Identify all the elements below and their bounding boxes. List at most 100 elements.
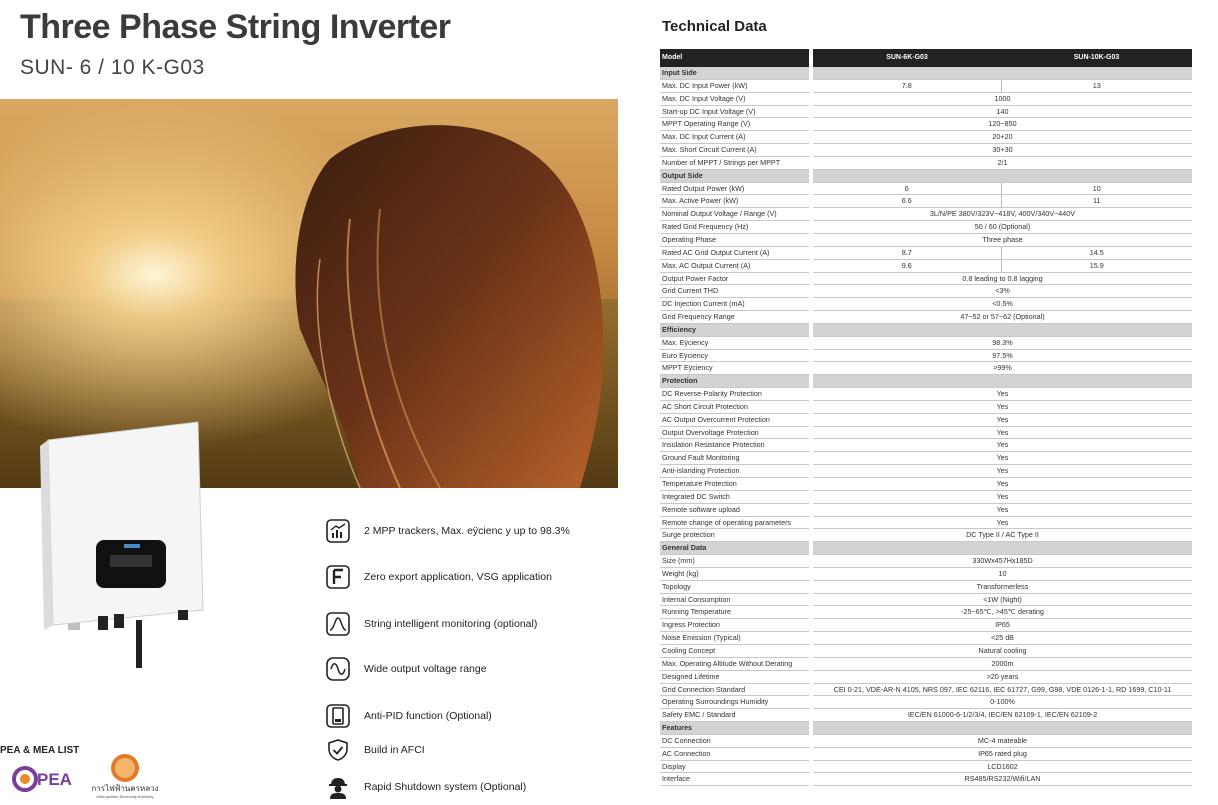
spec-value: Yes (811, 490, 1192, 504)
table-row: Euro Eÿciency 97.5% (660, 349, 1192, 363)
feature-label: Wide output voltage range (364, 663, 487, 675)
page-title: Three Phase String Inverter (20, 8, 451, 46)
table-row: Number of MPPT / Strings per MPPT 2/1 (660, 156, 1192, 170)
mea-logo-subtext: Metropolitan Electricity Authority (97, 794, 154, 799)
table-row: Integrated DC Switch Yes (660, 490, 1192, 504)
spec-value: 3L/N/PE 380V/323V~418V, 400V/340V~440V (811, 207, 1192, 222)
table-row: Noise Emission (Typical) <25 dB (660, 631, 1192, 645)
table-row: Nominal Output Voltage / Range (V) 3L/N/P… (660, 207, 1192, 222)
table-row: DC Reverse-Polarity Protection Yes (660, 387, 1192, 401)
feature-item: Wide output voltage range (326, 656, 626, 682)
spec-value-sun-10k: 11 (1001, 194, 1192, 209)
spec-value: IP65 rated plug (811, 747, 1192, 761)
spec-value: 10 (811, 567, 1192, 581)
section-header-row: Efficiency (660, 323, 1192, 337)
table-row: Output Overvoltage Protection Yes (660, 426, 1192, 440)
spec-value: 1000 (811, 92, 1192, 106)
spec-value: CEI 0-21, VDE-AR-N 4105, NRS 097, IEC 62… (811, 683, 1192, 697)
spec-value: >99% (811, 361, 1192, 376)
spec-label: Max. DC Input Voltage (V) (660, 92, 813, 106)
section-title: General Data (660, 541, 813, 556)
technical-data-table: Model SUN-6K-G03 SUN-10K-G03 Input Side M… (660, 49, 1192, 787)
table-row: Safety EMC / Standard IEC/EN 61000-6-1/2/… (660, 708, 1192, 723)
spec-label: Grid Current THD (660, 284, 813, 299)
inverter-product-image (38, 420, 208, 670)
spec-label: Cooling Concept (660, 644, 813, 658)
spec-label: AC Output Overcurrent Protection (660, 413, 813, 427)
spec-value-sun-10k: 10 (1001, 182, 1192, 196)
spec-value-sun-10k: 15.9 (1001, 259, 1192, 273)
table-row: Rated Output Power (kW) 6 10 (660, 182, 1192, 196)
shield-check-icon (326, 738, 350, 762)
section-fill (811, 67, 1192, 80)
spec-value: 97.5% (811, 349, 1192, 363)
efficiency-chart-icon (326, 519, 350, 543)
spec-label: Remote change of operating parameters (660, 516, 813, 530)
feature-label: Anti-PID function (Optional) (364, 710, 492, 722)
table-row: AC Output Overcurrent Protection Yes (660, 413, 1192, 427)
spec-label: Max. DC Input Current (A) (660, 130, 813, 145)
table-row: Surge protection DC Type II / AC Type II (660, 528, 1192, 543)
table-row: Cooling Concept Natural cooling (660, 644, 1192, 658)
spec-value-sun-6k: 9.6 (811, 259, 1002, 273)
pea-logo: PEA (12, 764, 76, 794)
column-header-model: Model (660, 49, 813, 67)
feature-label: Rapid Shutdown system (Optional) (364, 781, 527, 793)
spec-value-sun-10k: 13 (1001, 79, 1192, 93)
section-header-row: Input Side (660, 67, 1192, 80)
table-row: Running Temperature -25~65℃, >45℃ deratin… (660, 605, 1192, 620)
spec-label: Output Overvoltage Protection (660, 426, 813, 440)
spec-value: LCD1602 (811, 760, 1192, 774)
spec-label: Temperature Protection (660, 477, 813, 491)
table-row: Designed Lifetime >20 years (660, 670, 1192, 684)
spec-label: Size (mm) (660, 554, 813, 568)
spec-label: Noise Emission (Typical) (660, 631, 813, 645)
spec-label: Max. DC Input Power (kW) (660, 79, 813, 93)
spec-label: Weight (kg) (660, 567, 813, 581)
spec-value: Yes (811, 464, 1192, 478)
spec-label: AC Short Circuit Protection (660, 400, 813, 414)
section-header-row: Output Side (660, 169, 1192, 183)
spec-value: Yes (811, 516, 1192, 530)
feature-item: Rapid Shutdown system (Optional) (326, 774, 626, 800)
spec-label: Remote software upload (660, 503, 813, 517)
spec-value: 20+20 (811, 130, 1192, 145)
table-row: Temperature Protection Yes (660, 477, 1192, 491)
table-row: Max. DC Input Voltage (V) 1000 (660, 92, 1192, 106)
table-row: Rated Grid Frequency (Hz) 50 / 60 (Option… (660, 220, 1192, 234)
table-row: Remote software upload Yes (660, 503, 1192, 517)
table-row: MPPT Eÿciency >99% (660, 361, 1192, 376)
spec-label: Rated Grid Frequency (Hz) (660, 220, 813, 234)
table-row: Insulation Resistance Protection Yes (660, 438, 1192, 453)
pea-logo-text: PEA (37, 770, 72, 789)
spec-value: 47~52 or 57~62 (Optional) (811, 310, 1192, 324)
table-row: Ground Fault Monitoring Yes (660, 451, 1192, 466)
spec-label: Euro Eÿciency (660, 349, 813, 363)
section-fill (811, 323, 1192, 337)
spec-value: Transformerless (811, 580, 1192, 594)
spec-label: Operating Phase (660, 233, 813, 247)
spec-value-sun-6k: 7.8 (811, 79, 1002, 93)
spec-label: Safety EMC / Standard (660, 708, 813, 723)
f-letter-icon (326, 565, 350, 589)
section-title: Protection (660, 374, 813, 389)
spec-label: Start-up DC Input Voltage (V) (660, 105, 813, 119)
table-row: Max. Short Circuit Current (A) 30+30 (660, 143, 1192, 157)
table-row: Output Power Factor 0.8 leading to 0.8 la… (660, 272, 1192, 286)
spec-label: Insulation Resistance Protection (660, 438, 813, 453)
feature-label: String intelligent monitoring (optional) (364, 618, 538, 630)
spec-value: 140 (811, 105, 1192, 119)
spec-label: Grid Connection Standard (660, 683, 813, 697)
spec-label: Rated Output Power (kW) (660, 182, 813, 196)
spec-label: Max. Short Circuit Current (A) (660, 143, 813, 157)
feature-item: Build in AFCI (326, 737, 626, 763)
spec-label: Operating Surroundings Humidity (660, 695, 813, 710)
spec-label: DC Injection Current (mA) (660, 297, 813, 312)
spec-value: 30+30 (811, 143, 1192, 157)
table-row: Display LCD1602 (660, 760, 1192, 774)
spec-value-sun-10k: 14.5 (1001, 246, 1192, 260)
section-header-row: Features (660, 721, 1192, 735)
spec-value: 2/1 (811, 156, 1192, 170)
spec-label: Max. AC Output Current (A) (660, 259, 813, 273)
section-title: Input Side (660, 67, 813, 80)
